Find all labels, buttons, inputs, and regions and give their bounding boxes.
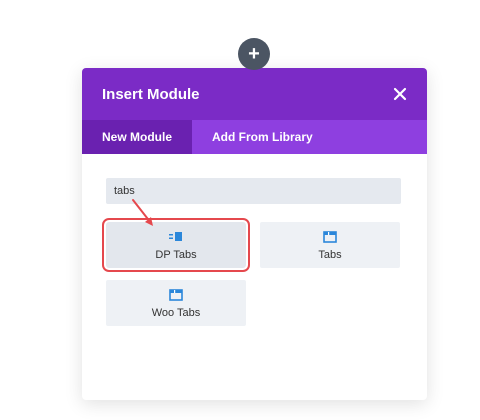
- module-label: Tabs: [318, 248, 342, 261]
- tab-new-module[interactable]: New Module: [82, 120, 193, 154]
- tab-label: Add From Library: [212, 130, 313, 144]
- close-icon[interactable]: [393, 87, 407, 101]
- module-label: Woo Tabs: [151, 306, 201, 319]
- module-tabs[interactable]: Tabs: [260, 222, 400, 268]
- tab-add-from-library[interactable]: Add From Library: [192, 120, 333, 154]
- tabs-bar: New Module Add From Library: [82, 120, 427, 154]
- module-search-input[interactable]: [106, 178, 401, 204]
- tabs-icon: [169, 288, 183, 302]
- modal-header: Insert Module: [82, 68, 427, 120]
- tabs-icon: [323, 230, 337, 244]
- add-module-button[interactable]: +: [238, 38, 270, 70]
- module-woo-tabs[interactable]: Woo Tabs: [106, 280, 246, 326]
- tab-label: New Module: [102, 130, 173, 144]
- modal-title: Insert Module: [102, 85, 200, 103]
- dp-tabs-icon: [169, 230, 183, 244]
- module-label: DP Tabs: [155, 248, 197, 261]
- plus-icon: +: [248, 43, 260, 65]
- module-dp-tabs[interactable]: DP Tabs: [102, 218, 250, 272]
- insert-module-modal: Insert Module New Module Add From Librar…: [82, 68, 427, 400]
